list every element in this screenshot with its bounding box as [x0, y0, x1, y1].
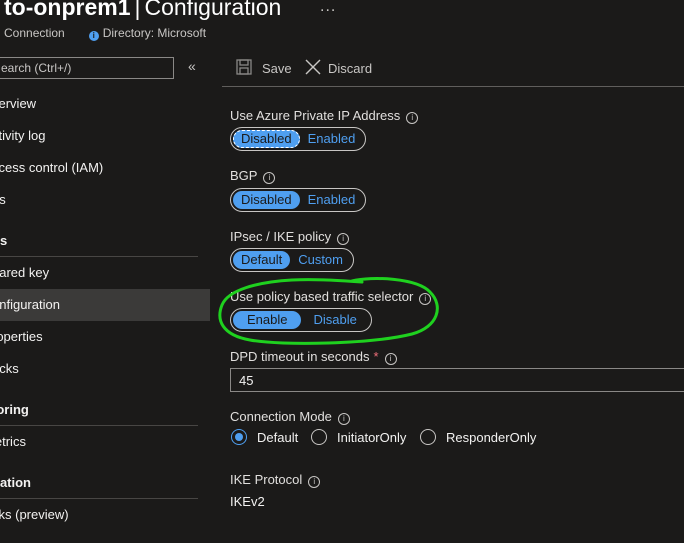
- page-title: to-onprem1 | Configuration: [4, 0, 281, 21]
- save-button[interactable]: Save: [236, 56, 296, 80]
- ike-protocol-value: IKEv2: [230, 494, 265, 509]
- option-default[interactable]: Default: [233, 251, 291, 269]
- resource-name: to-onprem1: [4, 0, 131, 20]
- sidebar-item-activity-log[interactable]: ctivity log: [0, 120, 210, 152]
- info-icon[interactable]: i: [384, 353, 397, 365]
- option-disabled[interactable]: Disabled: [233, 191, 300, 209]
- option-enabled[interactable]: Enabled: [300, 130, 364, 148]
- info-icon[interactable]: i: [337, 413, 350, 425]
- info-icon[interactable]: i: [337, 233, 350, 245]
- subtitle: Connection i Directory: Microsoft: [4, 26, 206, 41]
- title-separator: |: [134, 0, 141, 20]
- radio-circle[interactable]: [311, 429, 327, 445]
- bgp-toggle[interactable]: Disabled Enabled: [230, 188, 367, 212]
- option-custom[interactable]: Custom: [290, 251, 351, 269]
- bgp-label: BGP i: [230, 168, 276, 184]
- sidebar-item-metrics[interactable]: letrics: [0, 426, 210, 458]
- required-marker: *: [373, 349, 379, 364]
- info-icon[interactable]: i: [263, 172, 276, 184]
- sidebar-item-overview[interactable]: verview: [0, 88, 210, 120]
- option-enabled[interactable]: Enabled: [300, 191, 364, 209]
- radio-circle[interactable]: [420, 429, 436, 445]
- connection-mode-label: Connection Mode i: [230, 409, 350, 425]
- info-icon[interactable]: i: [308, 476, 321, 488]
- sidebar-item-configuration[interactable]: onfiguration: [0, 289, 210, 321]
- dpd-timeout-input[interactable]: 45: [230, 368, 684, 392]
- ipsec-label: IPsec / IKE policy i: [230, 229, 350, 245]
- info-icon: i: [88, 31, 99, 41]
- toolbar-divider: [222, 86, 684, 87]
- save-label: Save: [262, 61, 292, 76]
- private-ip-label: Use Azure Private IP Address i: [230, 108, 419, 124]
- dpd-label: DPD timeout in seconds * i: [230, 349, 397, 365]
- discard-button[interactable]: Discard: [304, 56, 384, 80]
- sidebar: earch (Ctrl+/) « verview ctivity log cce…: [0, 50, 212, 543]
- private-ip-toggle[interactable]: Disabled Enabled: [230, 127, 367, 151]
- close-icon: [305, 59, 321, 75]
- annotation-circle: [218, 277, 439, 345]
- sidebar-item-properties[interactable]: roperties: [0, 321, 210, 353]
- info-icon[interactable]: i: [406, 112, 419, 124]
- ike-protocol-label: IKE Protocol i: [230, 472, 321, 488]
- collapse-sidebar-icon[interactable]: «: [188, 58, 196, 74]
- sidebar-item-tasks[interactable]: sks (preview): [0, 499, 210, 531]
- more-options-icon[interactable]: ...: [320, 0, 336, 16]
- option-disabled[interactable]: Disabled: [233, 130, 300, 148]
- directory-label: Directory: Microsoft: [102, 26, 207, 40]
- radio-circle[interactable]: [231, 429, 247, 445]
- blade-name: Configuration: [144, 0, 282, 20]
- search-input[interactable]: earch (Ctrl+/): [0, 57, 174, 79]
- sidebar-item-locks[interactable]: ocks: [0, 353, 210, 385]
- ipsec-toggle[interactable]: Default Custom: [230, 248, 354, 272]
- sidebar-item-shared-key[interactable]: hared key: [0, 257, 210, 289]
- discard-label: Discard: [328, 61, 373, 76]
- resource-type: Connection: [4, 26, 65, 40]
- save-icon: [236, 59, 252, 75]
- sidebar-item-tags[interactable]: gs: [0, 184, 210, 216]
- sidebar-item-access-control[interactable]: ccess control (IAM): [0, 152, 210, 184]
